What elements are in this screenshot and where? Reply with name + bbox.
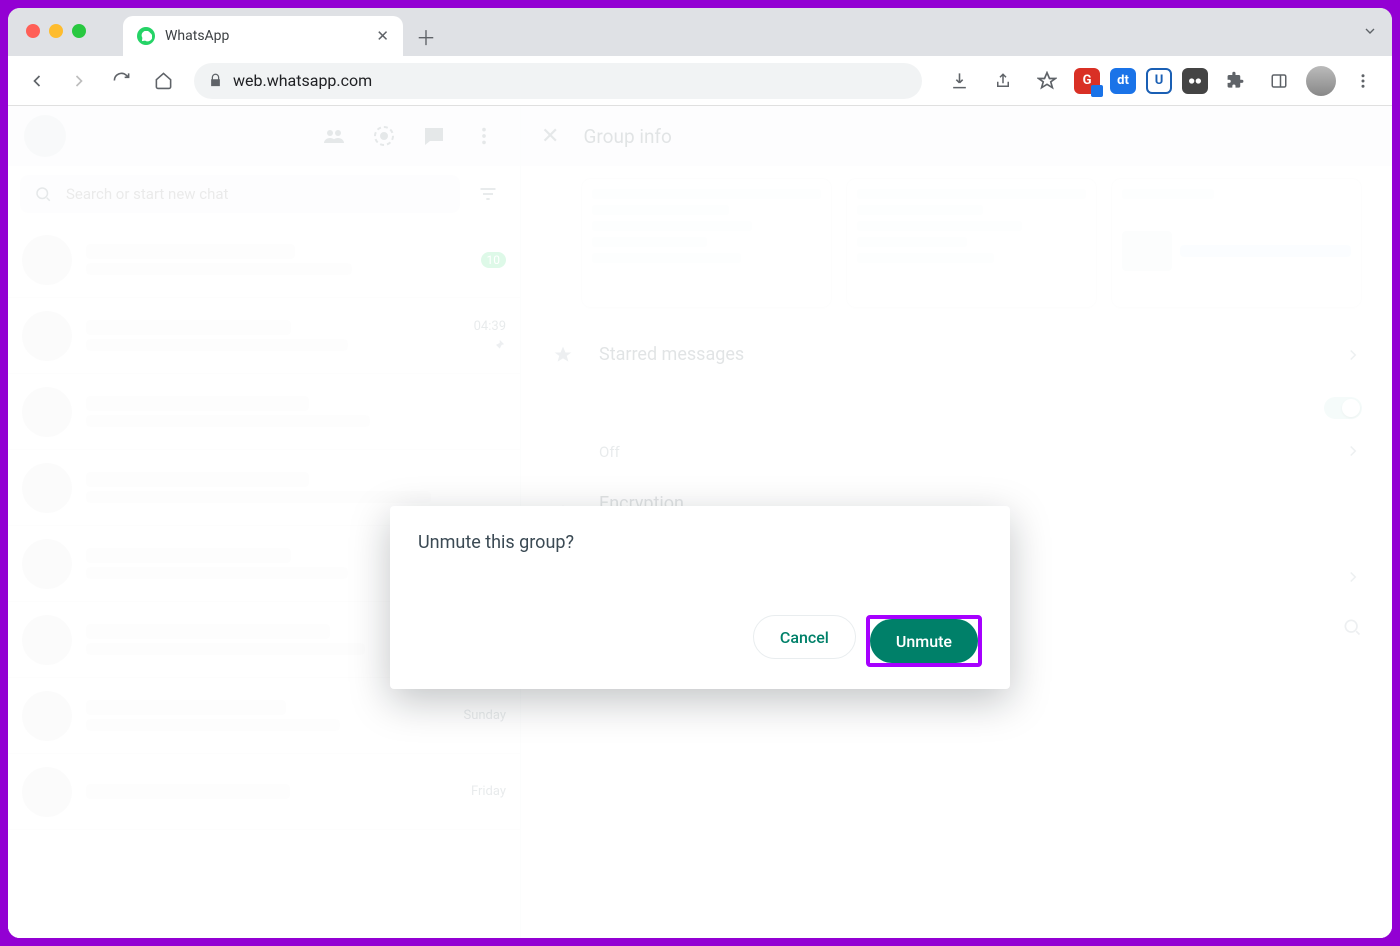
unmute-dialog: Unmute this group? Cancel Unmute	[390, 506, 1010, 689]
extension-icon[interactable]	[1182, 68, 1208, 94]
tab-strip: WhatsApp ✕ ＋	[8, 8, 1392, 56]
extension-icon[interactable]: U	[1146, 68, 1172, 94]
forward-button[interactable]	[62, 64, 96, 98]
profile-avatar-icon[interactable]	[1306, 66, 1336, 96]
share-icon[interactable]	[986, 64, 1020, 98]
window-maximize-icon[interactable]	[72, 24, 86, 38]
address-bar[interactable]: web.whatsapp.com	[194, 63, 922, 99]
sidepanel-icon[interactable]	[1262, 64, 1296, 98]
browser-toolbar: web.whatsapp.com G dt U	[8, 56, 1392, 106]
browser-window: WhatsApp ✕ ＋ web.whatsapp.com G dt U	[8, 8, 1392, 938]
unmute-highlight: Unmute	[866, 615, 982, 667]
dialog-title: Unmute this group?	[418, 532, 982, 553]
bookmark-star-icon[interactable]	[1030, 64, 1064, 98]
page-content: 10 04:39	[8, 106, 1392, 938]
window-controls	[26, 24, 86, 38]
install-app-icon[interactable]	[942, 64, 976, 98]
window-close-icon[interactable]	[26, 24, 40, 38]
tab-title: WhatsApp	[165, 28, 229, 44]
window-minimize-icon[interactable]	[49, 24, 63, 38]
url-text: web.whatsapp.com	[233, 71, 372, 90]
tabs-dropdown-icon[interactable]	[1362, 23, 1378, 39]
extension-icon[interactable]: dt	[1110, 68, 1136, 94]
home-button[interactable]	[146, 64, 180, 98]
extensions-puzzle-icon[interactable]	[1218, 64, 1252, 98]
browser-menu-icon[interactable]	[1346, 64, 1380, 98]
browser-tab[interactable]: WhatsApp ✕	[123, 16, 403, 56]
tab-close-icon[interactable]: ✕	[376, 27, 389, 45]
whatsapp-favicon-icon	[137, 27, 155, 45]
reload-button[interactable]	[104, 64, 138, 98]
extension-icon[interactable]: G	[1074, 68, 1100, 94]
toolbar-right-icons: G dt U	[942, 64, 1380, 98]
new-tab-button[interactable]: ＋	[411, 21, 441, 51]
cancel-button[interactable]: Cancel	[753, 615, 856, 659]
unmute-button[interactable]: Unmute	[870, 619, 978, 663]
dialog-actions: Cancel Unmute	[418, 615, 982, 667]
back-button[interactable]	[20, 64, 54, 98]
lock-icon	[208, 73, 223, 88]
